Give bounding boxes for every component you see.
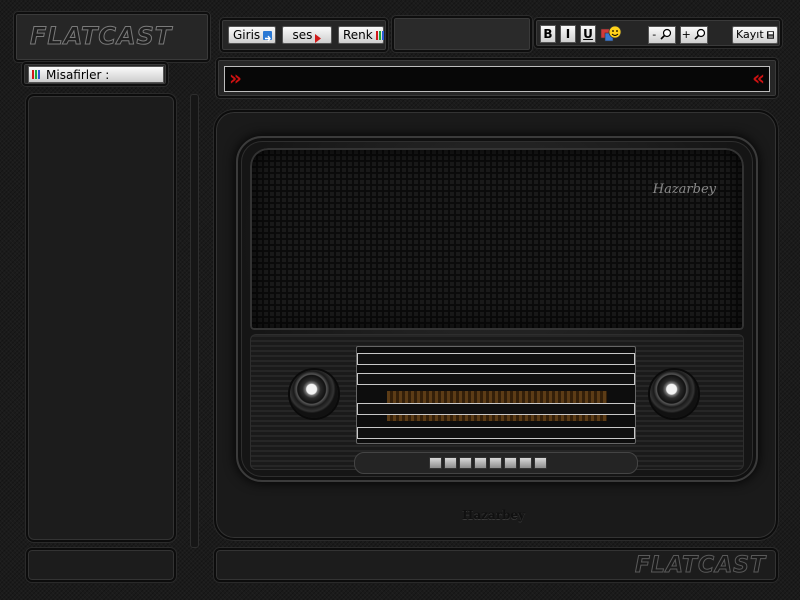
guests-label: Misafirler : [46, 67, 110, 82]
flatcast-logo: FLATCAST [29, 22, 173, 51]
ticker-left-arrows: » [229, 66, 242, 90]
save-button[interactable]: Kayıt [732, 26, 778, 44]
color-label: Renk [343, 28, 373, 42]
login-arrow-icon [263, 30, 273, 41]
radio-brand-bottom: Hazarbey [462, 508, 526, 522]
player-panel: Hazarbey Hazarbey [214, 110, 778, 540]
logo-panel: FLATCAST [14, 12, 210, 62]
smiley-button[interactable] [600, 24, 622, 44]
zoom-in-button[interactable]: + [680, 26, 708, 44]
bold-button[interactable]: B [540, 25, 556, 43]
sound-arrow-icon [315, 31, 322, 43]
guests-header: Misafirler : [28, 66, 164, 83]
toolbar-middle [392, 16, 532, 52]
radio-keyboard [354, 452, 638, 474]
sound-label: ses [292, 28, 313, 42]
italic-button[interactable]: I [560, 25, 576, 43]
guests-header-panel: Misafirler : [22, 62, 168, 86]
guest-list[interactable] [26, 94, 176, 542]
guest-list-scrollbar[interactable] [190, 94, 199, 548]
radio-key-3[interactable] [459, 457, 472, 469]
underline-button[interactable]: U [580, 25, 596, 43]
login-label: Giris [233, 28, 261, 42]
bottom-status-bar: FLATCAST [214, 548, 778, 582]
sound-button[interactable]: ses [282, 26, 332, 44]
login-button[interactable]: Giris [228, 26, 276, 44]
toolbar-left: Giris ses Renk [220, 18, 388, 52]
dial-band-1 [357, 353, 635, 365]
radio-key-2[interactable] [444, 457, 457, 469]
radio-key-4[interactable] [474, 457, 487, 469]
zoom-out-icon [660, 28, 671, 40]
ticker-panel: » « [216, 58, 778, 98]
tuning-knob[interactable] [650, 370, 698, 418]
radio-key-1[interactable] [429, 457, 442, 469]
dial-band-2 [357, 373, 635, 385]
zoom-in-icon [694, 28, 706, 40]
zoom-in-label: + [681, 28, 691, 41]
speaker-grille: Hazarbey [250, 148, 744, 330]
zoom-out-label: - [652, 28, 657, 41]
smiley-icon [600, 25, 622, 42]
bottom-left-panel [26, 548, 176, 582]
radio-key-5[interactable] [489, 457, 502, 469]
color-button[interactable]: Renk [338, 26, 384, 44]
radio-brand-top: Hazarbey [652, 182, 716, 197]
volume-knob[interactable] [290, 370, 338, 418]
save-label: Kayıt [736, 28, 764, 41]
radio-key-6[interactable] [504, 457, 517, 469]
toolbar-right: B I U - + Kayıt [534, 18, 782, 48]
zoom-out-button[interactable]: - [648, 26, 676, 44]
tuning-dial [356, 346, 636, 444]
radio-key-8[interactable] [534, 457, 547, 469]
ticker-right-arrows: « [752, 66, 765, 90]
dial-band-3 [357, 403, 635, 415]
save-disk-icon [766, 31, 774, 39]
color-bars-icon [375, 30, 384, 40]
footer-flatcast-logo: FLATCAST [635, 553, 766, 579]
radio-key-7[interactable] [519, 457, 532, 469]
ticker-bar: » « [224, 66, 770, 92]
guests-color-icon [32, 70, 40, 79]
radio-image: Hazarbey [236, 136, 758, 482]
dial-band-4 [357, 427, 635, 439]
